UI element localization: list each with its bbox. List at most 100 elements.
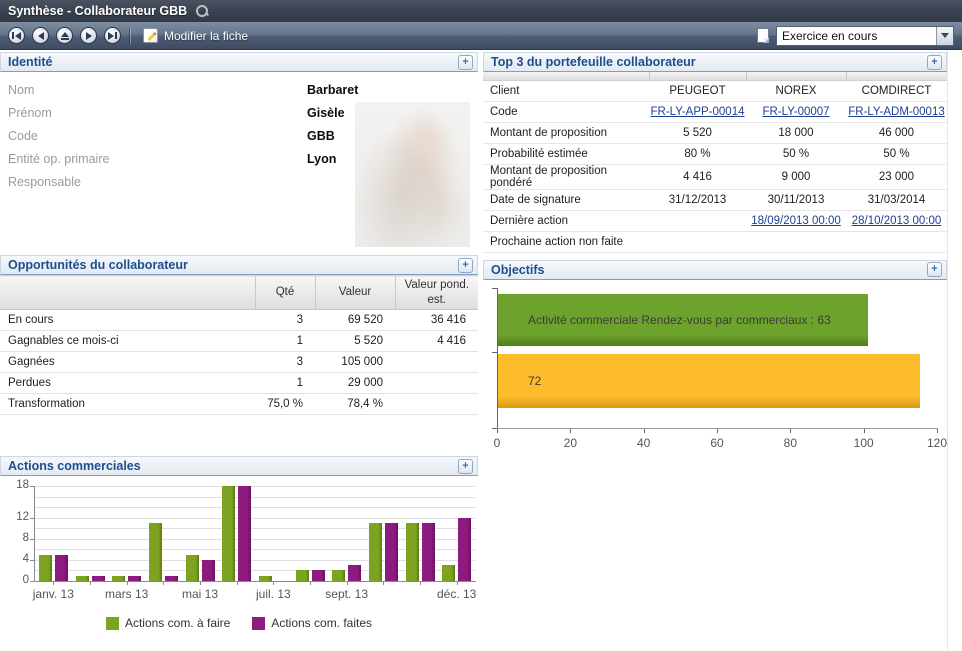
legend-swatch [252,617,265,630]
opportunities-expand-button[interactable]: + [458,258,473,273]
identity-expand-button[interactable]: + [458,55,473,70]
previous-record-button[interactable] [32,27,49,44]
field-label: Entité op. primaire [0,152,307,166]
x-axis-tick [864,429,865,433]
x-axis-tick [347,582,348,585]
top3-panel-title: Top 3 du portefeuille collaborateur [491,55,696,69]
table-row: Transformation75,0 %78,4 % [0,394,478,415]
previous-arrow-glyph [38,32,44,40]
exercise-select[interactable]: Exercice en cours [776,26,954,46]
column-header: Qté [255,276,315,310]
field-value: Barbaret [307,83,358,97]
y-axis-tick [30,539,34,540]
actions-expand-button[interactable]: + [458,459,473,474]
cell-value: 31/03/2014 [846,189,947,210]
magnifier-icon[interactable] [195,4,209,18]
table-row: Gagnables ce mois-ci15 5204 416 [0,331,478,352]
identity-fields: NomBarbaretPrénomGisèleCodeGBBEntité op.… [0,72,478,250]
parent-list-button[interactable] [56,27,73,44]
actions-panel-header: Actions commerciales + [0,456,478,476]
chart-bar-faites [165,576,178,581]
table-row: ClientPEUGEOTNOREXCOMDIRECT [483,80,947,101]
report-page-icon[interactable] [757,28,769,43]
chart-bar-faites [348,565,361,581]
chevron-down-icon[interactable] [936,27,953,45]
cell-value [649,210,746,231]
top3-header-strip [483,72,947,80]
chart-bar-faites [92,576,105,581]
y-axis-tick [492,288,497,289]
cell-link[interactable]: FR-LY-00007 [762,106,829,118]
row-label: Gagnées [0,352,255,373]
actions-legend: Actions com. à faire Actions com. faites [0,616,478,630]
table-row: CodeFR-LY-APP-00014 FR-LY-00007 FR-LY-ADM-… [483,101,947,122]
edit-record-button[interactable]: Modifier la fiche [139,26,252,45]
chart-bar-faites [238,486,251,581]
cell-link[interactable]: FR-LY-APP-00014 [651,106,745,118]
table-row: Perdues129 000 [0,373,478,394]
table-row: Montant de proposition5 52018 00046 000 [483,122,947,143]
chart-bar-a-faire [76,576,89,581]
objectif-bar-label: 72 [498,374,541,388]
toolbar-separator [130,28,131,44]
actions-panel: Actions commerciales + 0481218janv. 13ma… [0,456,478,630]
x-axis-label: mai 13 [182,587,218,601]
legend-item: Actions com. faites [252,616,372,630]
strip-cell [746,72,846,80]
cell-value [395,394,478,415]
cell-value: 31/12/2013 [649,189,746,210]
x-axis-tick [237,582,238,585]
legend-swatch [106,617,119,630]
grid-line [35,518,475,519]
cell-value: 4 416 [395,331,478,352]
opportunities-panel-header: Opportunités du collaborateur + [0,255,478,275]
row-label: Prochaine action non faite [483,231,649,252]
last-record-button[interactable] [104,27,121,44]
cell-link[interactable]: 18/09/2013 00:00 [751,215,841,227]
x-axis-label: 80 [784,436,797,450]
objectif-bar-label: Activité commerciale Rendez-vous par com… [498,313,831,327]
cell-link[interactable]: 28/10/2013 00:00 [852,215,942,227]
chart-bar-faites [55,555,68,581]
x-axis-tick [717,429,718,433]
next-record-button[interactable] [80,27,97,44]
legend-label: Actions com. à faire [125,616,230,630]
chart-bar-a-faire [296,570,309,581]
cell-value: 75,0 % [255,394,315,415]
field-label: Code [0,129,307,143]
cell-value [395,373,478,394]
row-label: En cours [0,310,255,331]
y-axis [34,486,35,582]
cell-value: 1 [255,331,315,352]
x-axis-label: 120 [927,436,947,450]
legend-label: Actions com. faites [271,616,372,630]
cell-value: 4 416 [649,164,746,189]
x-axis-tick [273,582,274,585]
grid-line [35,507,475,508]
x-axis-tick [383,582,384,585]
cell-link[interactable]: FR-LY-ADM-00013 [848,106,945,118]
top3-expand-button[interactable]: + [927,55,942,70]
first-record-button[interactable] [8,27,25,44]
cell-value: 36 416 [395,310,478,331]
cell-value: 105 000 [315,352,395,373]
app-window: Synthèse - Collaborateur GBB Modifier la… [0,0,962,651]
x-axis-tick [90,582,91,585]
y-axis-label: 8 [0,532,29,544]
top3-table-body: ClientPEUGEOTNOREXCOMDIRECTCodeFR-LY-APP… [483,72,947,252]
chart-bar-a-faire [259,576,272,581]
chart-bar-a-faire [369,523,382,581]
objectifs-expand-button[interactable]: + [927,262,942,277]
cell-value: 50 % [746,143,846,164]
y-axis-tick [492,352,497,353]
y-axis-label: 0 [0,574,29,586]
next-arrow-glyph [86,32,92,40]
identity-row: NomBarbaret [0,78,478,101]
x-axis-tick [644,429,645,433]
identity-panel: Identité + NomBarbaretPrénomGisèleCodeGB… [0,52,478,250]
row-label: Code [483,101,649,122]
cell-value [746,231,846,252]
chart-bar-a-faire [332,570,345,581]
grid-line [35,497,475,498]
identity-panel-header: Identité + [0,52,478,72]
